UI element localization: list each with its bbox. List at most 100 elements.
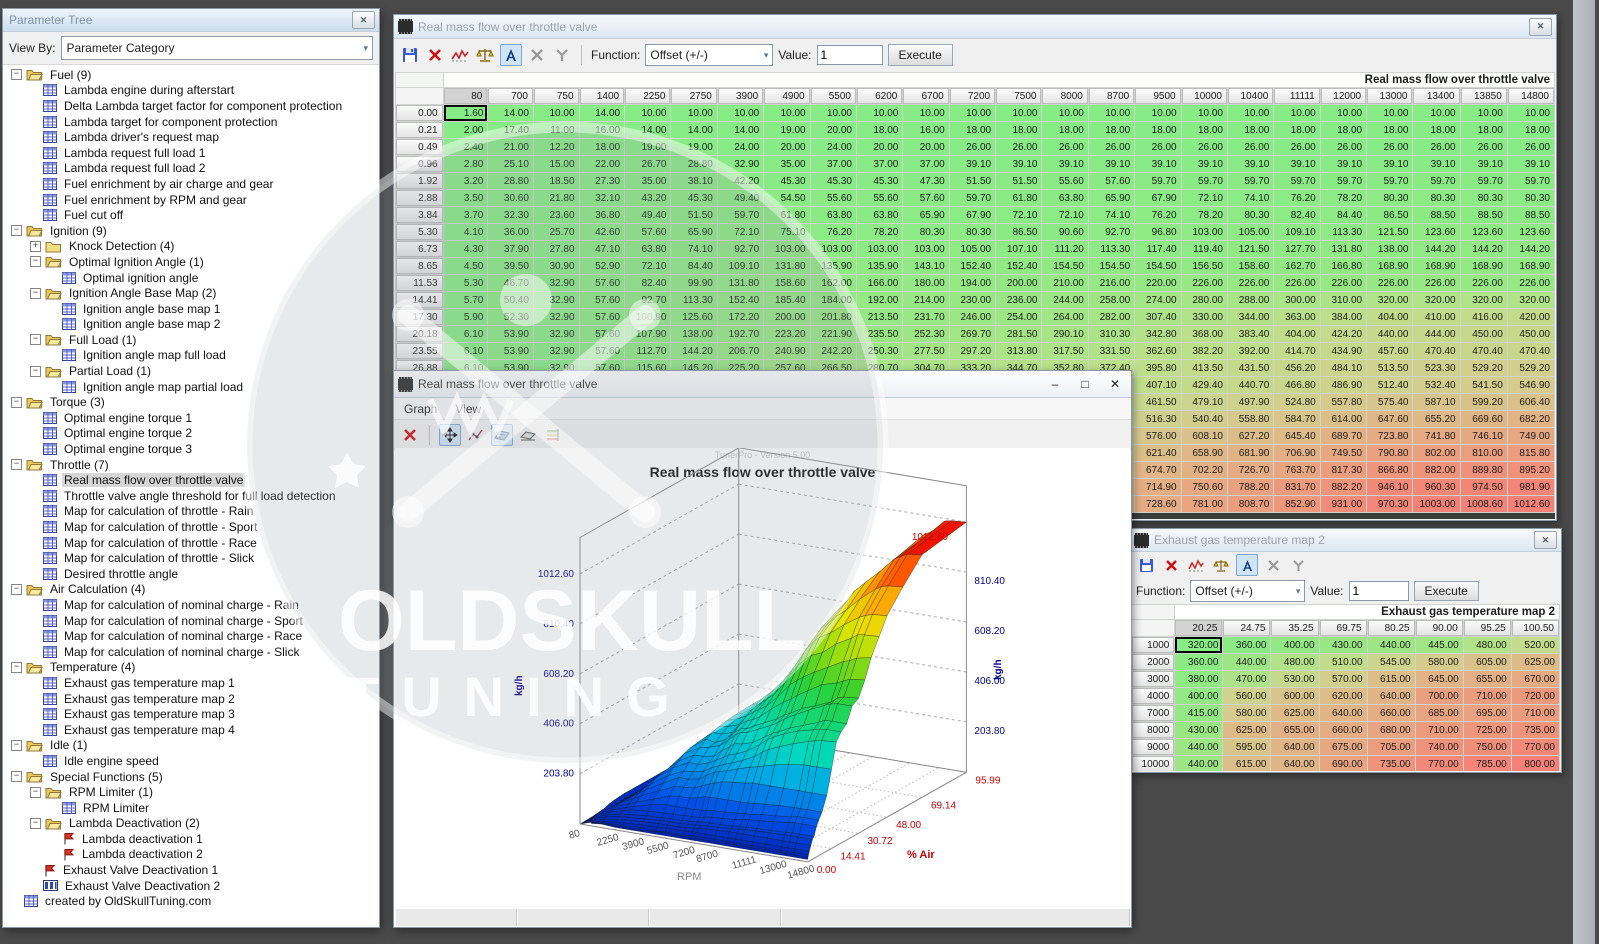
map-cell[interactable]: 235.50 (857, 326, 902, 342)
map-cell[interactable]: 392.00 (1228, 343, 1273, 359)
tree-item[interactable]: RPM Limiter (5, 800, 377, 816)
column-header[interactable]: 14800 (1508, 88, 1554, 104)
tree-close-button[interactable]: ✕ (352, 11, 375, 29)
tree-item[interactable]: Map for calculation of nominal charge - … (5, 628, 377, 644)
map-cell[interactable]: 866.80 (1367, 462, 1412, 478)
map-cell[interactable]: 17.40 (488, 122, 533, 138)
map-cell[interactable]: 457.60 (1367, 343, 1412, 359)
flat-3d-icon[interactable] (518, 425, 538, 445)
map-cell[interactable]: 45.30 (857, 173, 902, 189)
map-cell[interactable]: 74.10 (1089, 207, 1134, 223)
tree-item[interactable]: −Special Functions (5) (5, 769, 377, 785)
column-header[interactable]: 20.25 (1175, 620, 1222, 636)
map-cell[interactable]: 10.00 (1228, 105, 1273, 121)
map-cell[interactable]: 78.20 (1321, 190, 1366, 206)
map-cell[interactable]: 660.00 (1320, 722, 1367, 738)
map-cell[interactable]: 558.80 (1228, 411, 1273, 427)
map-cell[interactable]: 32.90 (534, 326, 579, 342)
map-cell[interactable]: 288.00 (1228, 292, 1273, 308)
map-cell[interactable]: 78.20 (1182, 207, 1227, 223)
map-cell[interactable]: 20.00 (903, 139, 948, 155)
map-cell[interactable]: 817.30 (1321, 462, 1366, 478)
collapse-icon[interactable]: − (11, 584, 22, 595)
map-cell[interactable]: 76.20 (811, 224, 856, 240)
row-header[interactable]: 6.73 (396, 241, 443, 257)
map-cell[interactable]: 770.00 (1416, 756, 1463, 771)
map-cell[interactable]: 32.90 (534, 343, 579, 359)
map-cell[interactable]: 600.00 (1271, 688, 1318, 704)
map-cell[interactable]: 726.70 (1228, 462, 1273, 478)
tree-item[interactable]: Lambda engine during afterstart (5, 83, 377, 99)
map-cell[interactable]: 156.50 (1182, 258, 1227, 274)
map-cell[interactable]: 480.00 (1464, 637, 1511, 653)
map-cell[interactable]: 26.00 (1182, 139, 1227, 155)
map-cell[interactable]: 154.50 (1042, 258, 1087, 274)
map-cell[interactable]: 37.00 (811, 156, 856, 172)
map-cell[interactable]: 18.00 (1413, 122, 1459, 138)
tree-item[interactable]: Lambda target for component protection (5, 114, 377, 130)
map-cell[interactable]: 131.80 (764, 258, 809, 274)
map-cell[interactable]: 18.00 (1508, 122, 1554, 138)
map-cell[interactable]: 180.00 (903, 275, 948, 291)
map-cell[interactable]: 107.10 (996, 241, 1041, 257)
map-cell[interactable]: 546.90 (1508, 377, 1554, 393)
map-cell[interactable]: 541.50 (1461, 377, 1507, 393)
map-cell[interactable]: 36.00 (488, 224, 533, 240)
map-cell[interactable]: 615.00 (1368, 671, 1415, 687)
map-cell[interactable]: 158.60 (1228, 258, 1273, 274)
map-cell[interactable]: 82.40 (1274, 207, 1319, 223)
map-cell[interactable]: 61.80 (996, 190, 1041, 206)
tree-item[interactable]: Map for calculation of nominal charge - … (5, 613, 377, 629)
map-cell[interactable]: 72.10 (1042, 207, 1087, 223)
map-cell[interactable]: 59.70 (1182, 173, 1227, 189)
map-cell[interactable]: 32.90 (534, 275, 579, 291)
map-cell[interactable]: 144.20 (1508, 241, 1554, 257)
map-cell[interactable]: 226.00 (1274, 275, 1319, 291)
map-cell[interactable]: 109.10 (1274, 224, 1319, 240)
map-cell[interactable]: 620.00 (1320, 688, 1367, 704)
map-cell[interactable]: 599.20 (1461, 394, 1507, 410)
map-cell[interactable]: 342.80 (1135, 326, 1180, 342)
map-cell[interactable]: 55.60 (1042, 173, 1087, 189)
map-cell[interactable]: 831.70 (1274, 479, 1319, 495)
edit-a-icon[interactable] (500, 44, 522, 66)
map-cell[interactable]: 310.30 (1089, 326, 1134, 342)
map-cell[interactable]: 32.30 (488, 207, 533, 223)
row-header[interactable]: 8.65 (396, 258, 443, 274)
map-cell[interactable]: 18.00 (1182, 122, 1227, 138)
map-cell[interactable]: 51.50 (996, 173, 1041, 189)
map-cell[interactable]: 112.70 (625, 343, 670, 359)
tree-item[interactable]: −Air Calculation (4) (5, 582, 377, 598)
map-cell[interactable]: 404.00 (1274, 326, 1319, 342)
map-cell[interactable]: 946.10 (1367, 479, 1412, 495)
map-cell[interactable]: 59.70 (1135, 173, 1180, 189)
tree-item[interactable]: Map for calculation of nominal charge - … (5, 597, 377, 613)
map-cell[interactable]: 1008.60 (1461, 496, 1507, 512)
map-cell[interactable]: 74.10 (671, 241, 716, 257)
map-cell[interactable]: 107.90 (625, 326, 670, 342)
map-cell[interactable]: 810.00 (1461, 445, 1507, 461)
map-cell[interactable]: 368.00 (1182, 326, 1227, 342)
column-header[interactable]: 10400 (1228, 88, 1273, 104)
map-cell[interactable]: 113.30 (1321, 224, 1366, 240)
map-cell[interactable]: 45.30 (671, 190, 716, 206)
map-cell[interactable]: 281.50 (996, 326, 1041, 342)
tree-item[interactable]: Exhaust Valve Deactivation 1 (5, 862, 377, 878)
map-cell[interactable]: 645.40 (1274, 428, 1319, 444)
exhaust-title-bar[interactable]: Exhaust gas temperature map 2 ✕ (1130, 529, 1561, 552)
map-cell[interactable]: 763.70 (1274, 462, 1319, 478)
map-cell[interactable]: 529.20 (1508, 360, 1554, 376)
map-cell[interactable]: 16.00 (580, 122, 625, 138)
map-cell[interactable]: 575.40 (1367, 394, 1412, 410)
tree-item[interactable]: Exhaust gas temperature map 1 (5, 675, 377, 691)
map-cell[interactable]: 741.80 (1413, 428, 1459, 444)
map-cell[interactable]: 52.90 (580, 258, 625, 274)
map-cell[interactable]: 125.60 (671, 309, 716, 325)
map-cell[interactable]: 47.10 (580, 241, 625, 257)
map-cell[interactable]: 152.40 (718, 292, 763, 308)
map-cell[interactable]: 640.00 (1271, 756, 1318, 771)
map-cell[interactable]: 445.00 (1416, 637, 1463, 653)
map-cell[interactable]: 88.50 (1508, 207, 1554, 223)
map-cell[interactable]: 557.80 (1321, 394, 1366, 410)
map-cell[interactable]: 39.10 (1321, 156, 1366, 172)
